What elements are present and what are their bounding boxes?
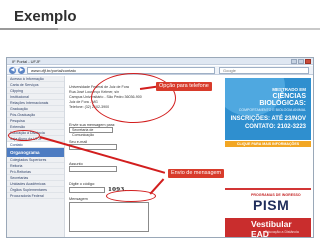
pism-banner[interactable]: PROGRAMAS DE INGRESSO PISM [225,188,311,213]
slide-divider-accent [0,28,58,30]
ead-title: Vestibular EAD [251,219,292,238]
sidebar: Acesso à Informação Carta de Serviços Cl… [7,76,65,237]
window-controls [291,59,311,64]
forward-arrow-icon[interactable]: ▶ [18,67,25,74]
subject-field[interactable] [69,166,117,172]
banner-headline: CIÊNCIAS BIOLÓGICAS: [259,93,306,107]
captcha-input[interactable] [69,187,105,193]
more-info-link[interactable]: CLIQUE PARA MAIS INFORMAÇÕES [225,141,311,147]
browser-navbar: ◀ ▶ www.ufjf.br/portal/contato Google [7,66,313,75]
browser-app-title: IF Portal - UFJF [12,59,41,64]
banner-deadline: INSCRIÇÕES: ATÉ 23/NOV [230,116,306,122]
sidebar-item-procuradoria[interactable]: Procuradoria Federal [7,193,64,199]
mestrado-banner[interactable]: MESTRADO EM CIÊNCIAS BIOLÓGICAS: COMPORT… [225,78,311,140]
ead-banner[interactable]: Vestibular EAD Educação a Distância [225,218,311,238]
captcha-label: Digite o código: [69,182,96,186]
recipient-label: Envie sua mensagem para: [69,123,116,127]
pism-logo-text: PISM [253,197,290,213]
maximize-button[interactable] [298,59,304,64]
address-highlight-oval [91,73,176,123]
email-label: Seu e-mail [69,140,88,144]
banner-contact: CONTATO: 2102-3223 [244,124,306,130]
sidebar-section-header: Organograma [7,148,64,157]
search-input[interactable]: Google [219,67,309,74]
contato-highlight-oval [8,130,40,141]
message-highlight-oval [106,190,156,202]
banner-subheadline: COMPORTAMENTO E BIOLOGIA ANIMAL [238,108,306,112]
browser-titlebar: IF Portal - UFJF [7,58,313,65]
slide-title: Exemplo [14,8,77,25]
close-button[interactable] [305,59,311,64]
banner-line: MESTRADO EM [272,87,306,92]
ead-subtitle: Educação a Distância [265,230,299,234]
phone-option-callout: Opção para telefone [156,82,212,91]
send-message-callout: Envio de mensagem [168,169,225,178]
minimize-button[interactable] [291,59,297,64]
recipient-select[interactable]: Secretaria de Comunicação [69,127,113,137]
back-arrow-icon[interactable]: ◀ [9,67,16,74]
message-textarea[interactable] [69,202,149,232]
